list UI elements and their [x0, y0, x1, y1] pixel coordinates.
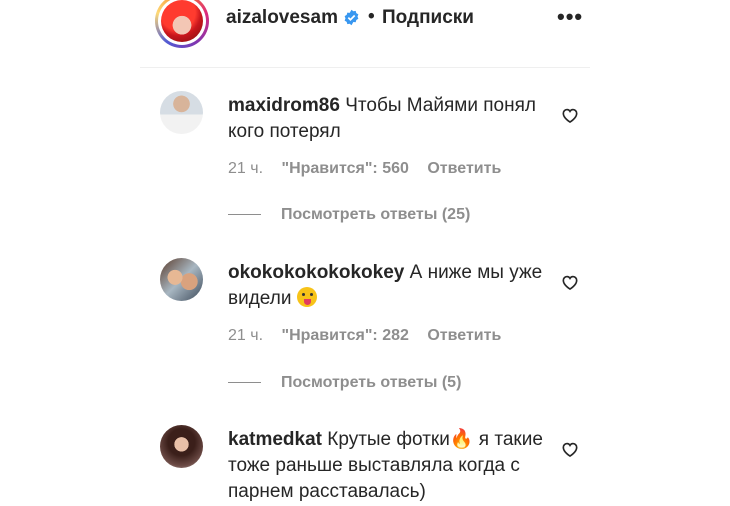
view-replies-label[interactable]: Посмотреть ответы (5) — [281, 374, 461, 391]
header-username[interactable]: aizalovesam — [226, 7, 338, 29]
comment-text: okokokokokokokey А ниже мы уже видели — [228, 260, 548, 312]
following-button[interactable]: Подписки — [382, 7, 474, 29]
comment-username[interactable]: okokokokokokokey — [228, 262, 404, 283]
separator-dot: • — [368, 6, 375, 27]
replies-line — [228, 214, 261, 216]
comment-likes[interactable]: "Нравится": 560 — [281, 160, 408, 177]
reply-button[interactable]: Ответить — [427, 160, 501, 177]
comment-username[interactable]: maxidrom86 — [228, 95, 340, 116]
profile-avatar[interactable] — [155, 0, 209, 48]
comment-time: 21 ч. — [228, 327, 264, 344]
comment-likes[interactable]: "Нравится": 282 — [281, 327, 408, 344]
tongue-emoji-icon — [296, 287, 317, 307]
comment-text: katmedkat Крутые фотки🔥 я такие тоже ран… — [228, 427, 548, 505]
more-options-icon[interactable]: ••• — [557, 4, 583, 30]
post-header: aizalovesam • Подписки ••• — [150, 0, 590, 68]
comment-avatar[interactable] — [160, 91, 203, 134]
comment-avatar[interactable] — [160, 425, 203, 468]
like-heart-icon[interactable] — [560, 105, 580, 125]
comment-meta: 21 ч. "Нравится": 560 Ответить — [228, 160, 515, 178]
comment-text: maxidrom86 Чтобы Майями понял кого потер… — [228, 93, 548, 145]
comment-body: Крутые фотки — [327, 429, 450, 450]
view-replies[interactable]: Посмотреть ответы (25) — [228, 206, 470, 224]
fire-emoji-icon: 🔥 — [449, 429, 474, 450]
comment-avatar[interactable] — [160, 258, 203, 301]
header-divider — [140, 67, 590, 68]
like-heart-icon[interactable] — [560, 439, 580, 459]
comment-time: 21 ч. — [228, 160, 264, 177]
comment-meta: 21 ч. "Нравится": 282 Ответить — [228, 327, 515, 345]
reply-button[interactable]: Ответить — [427, 327, 501, 344]
verified-badge-icon — [344, 9, 359, 26]
replies-line — [228, 382, 261, 384]
like-heart-icon[interactable] — [560, 272, 580, 292]
view-replies[interactable]: Посмотреть ответы (5) — [228, 374, 461, 392]
view-replies-label[interactable]: Посмотреть ответы (25) — [281, 206, 470, 223]
comment-username[interactable]: katmedkat — [228, 429, 322, 450]
